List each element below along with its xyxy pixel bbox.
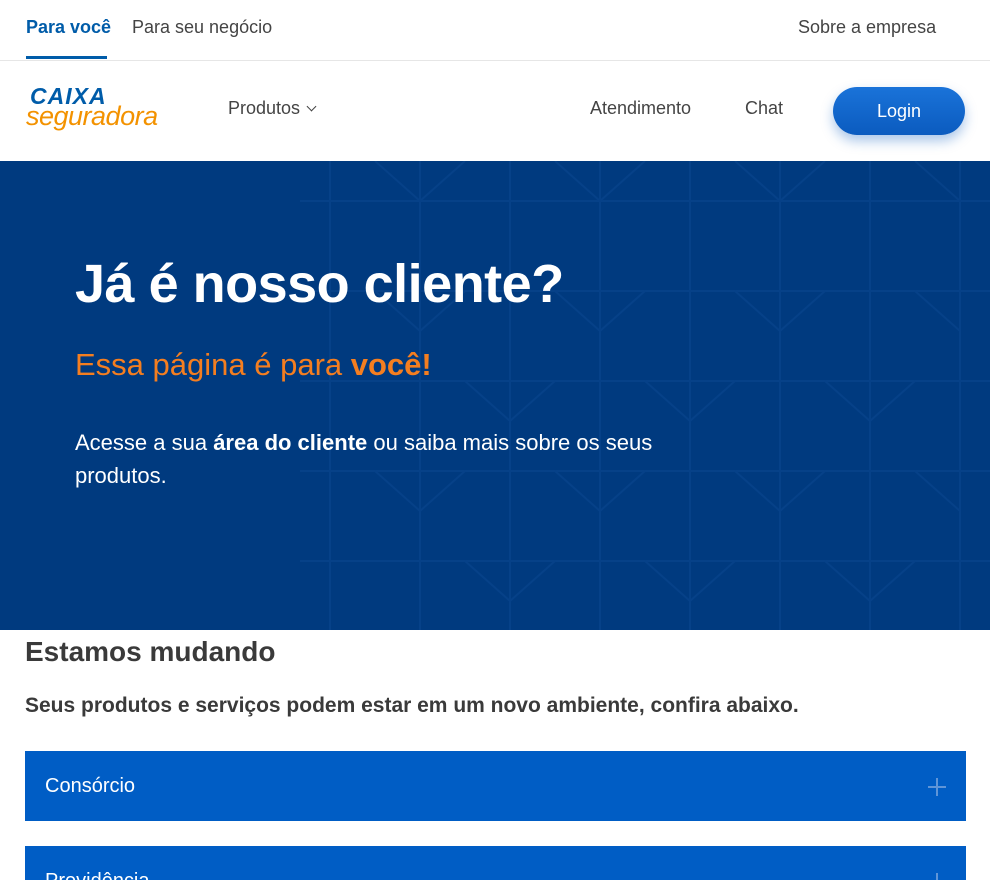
chevron-down-icon xyxy=(306,101,317,112)
hero-title: Já é nosso cliente? xyxy=(75,254,564,314)
accordion-label: Consórcio xyxy=(45,775,136,797)
area-do-cliente-text: área do cliente xyxy=(213,430,368,455)
hero-subtitle-text: Essa página é para xyxy=(75,347,351,382)
plus-icon xyxy=(928,778,946,796)
atendimento-link[interactable]: Atendimento xyxy=(590,98,691,119)
produtos-menu[interactable]: Produtos xyxy=(228,98,317,119)
hero-subtitle-emphasis: você! xyxy=(350,347,432,382)
sobre-a-empresa-link[interactable]: Sobre a empresa xyxy=(798,17,936,38)
chat-link[interactable]: Chat xyxy=(745,98,783,119)
main-navigation: CAIXA seguradora Produtos Atendimento Ch… xyxy=(0,61,990,161)
caixa-seguradora-logo[interactable]: CAIXA seguradora xyxy=(26,83,176,133)
tab-para-voce[interactable]: Para você xyxy=(26,17,111,38)
plus-icon xyxy=(928,873,946,880)
accordion-label: Previdência xyxy=(45,870,150,880)
section-heading: Estamos mudando xyxy=(25,636,276,667)
hero-desc-prefix: Acesse a sua xyxy=(75,430,214,455)
active-tab-indicator xyxy=(26,56,107,59)
hero-banner: Já é nosso cliente? Essa página é para v… xyxy=(0,161,990,630)
login-button[interactable]: Login xyxy=(833,87,965,135)
tab-para-seu-negocio[interactable]: Para seu negócio xyxy=(132,17,272,38)
produtos-label: Produtos xyxy=(228,98,301,118)
audience-tabs-bar: Para você Para seu negócio Sobre a empre… xyxy=(0,0,990,61)
hero-subtitle: Essa página é para você! xyxy=(75,347,432,383)
accordion-consorcio[interactable]: Consórcio xyxy=(25,751,966,821)
logo-seguradora-text: seguradora xyxy=(26,101,158,131)
accordion-previdencia[interactable]: Previdência xyxy=(25,846,966,880)
hero-background-pattern xyxy=(300,161,990,630)
section-lead: Seus produtos e serviços podem estar em … xyxy=(25,694,799,717)
hero-description: Acesse a sua área do cliente ou saiba ma… xyxy=(75,426,735,492)
